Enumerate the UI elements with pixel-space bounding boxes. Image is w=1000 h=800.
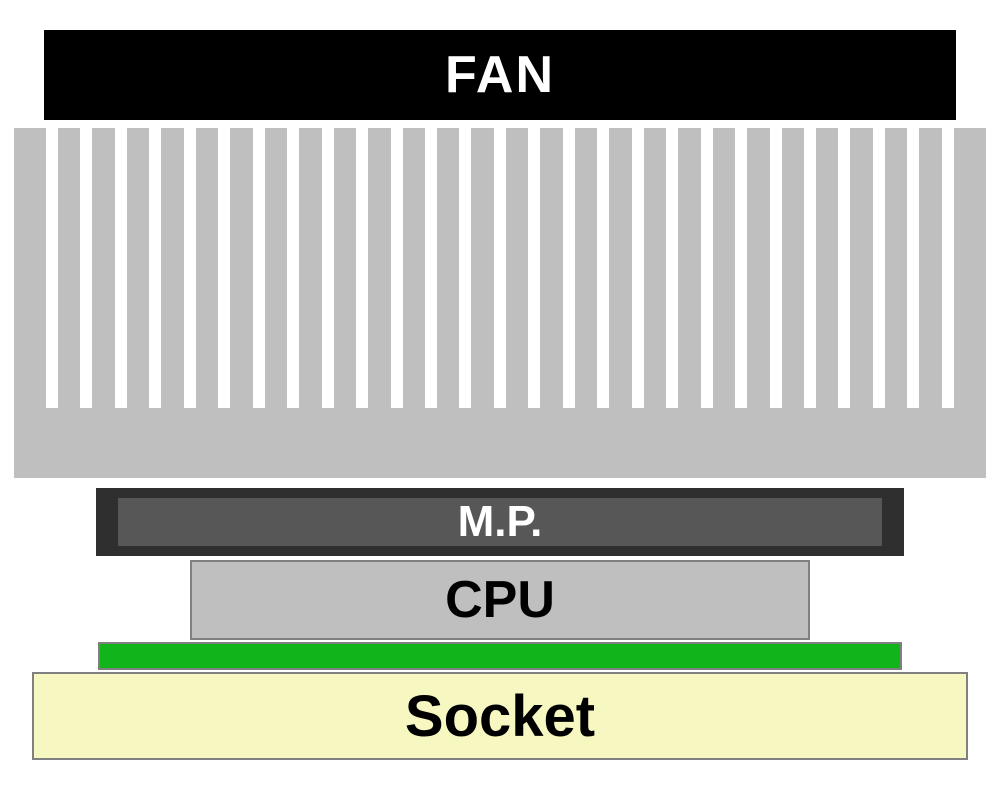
heatsink-fins — [46, 128, 954, 408]
heatsink-fin-gap — [253, 128, 265, 408]
heatsink-fin-gap — [287, 128, 299, 408]
heatsink-fin-gap — [528, 128, 540, 408]
socket-layer: Socket — [32, 672, 968, 760]
heatsink-fin-gap — [597, 128, 609, 408]
pcb-layer — [98, 642, 902, 670]
fan-label: FAN — [445, 45, 555, 105]
fan-layer: FAN — [44, 30, 956, 120]
socket-label: Socket — [405, 683, 595, 750]
cpu-stack-diagram: FAN M.P. CPU Socket — [0, 0, 1000, 800]
heatsink-fin-gap — [701, 128, 713, 408]
heatsink-fin-gap — [632, 128, 644, 408]
heatsink-fin-gap — [356, 128, 368, 408]
mp-label: M.P. — [458, 497, 543, 547]
heatsink-fin-gap — [873, 128, 885, 408]
heatsink-block — [14, 128, 986, 478]
heatsink-fin-gap — [46, 128, 58, 408]
heatsink-fin-gap — [459, 128, 471, 408]
heatsink-fin-gap — [149, 128, 161, 408]
heatsink-fin-gap — [804, 128, 816, 408]
heatsink-fin-gap — [942, 128, 954, 408]
heatsink-fin-gap — [391, 128, 403, 408]
cpu-label: CPU — [445, 570, 555, 630]
heatsink-fin-gap — [494, 128, 506, 408]
heatsink-fin-gap — [563, 128, 575, 408]
heatsink-fin-gap — [80, 128, 92, 408]
heatsink-fin-gap — [184, 128, 196, 408]
heatsink-fin-gap — [666, 128, 678, 408]
heatsink-fin-gap — [770, 128, 782, 408]
heatsink-fin-gap — [115, 128, 127, 408]
cpu-layer: CPU — [190, 560, 810, 640]
heatsink-fin-gap — [218, 128, 230, 408]
heatsink-fin-gap — [838, 128, 850, 408]
heatsink-fin-gap — [425, 128, 437, 408]
heatsink-fin-gap — [735, 128, 747, 408]
heatsink-fin-gap — [322, 128, 334, 408]
heatsink-fin-gap — [907, 128, 919, 408]
mounting-plate-inner: M.P. — [118, 498, 882, 546]
